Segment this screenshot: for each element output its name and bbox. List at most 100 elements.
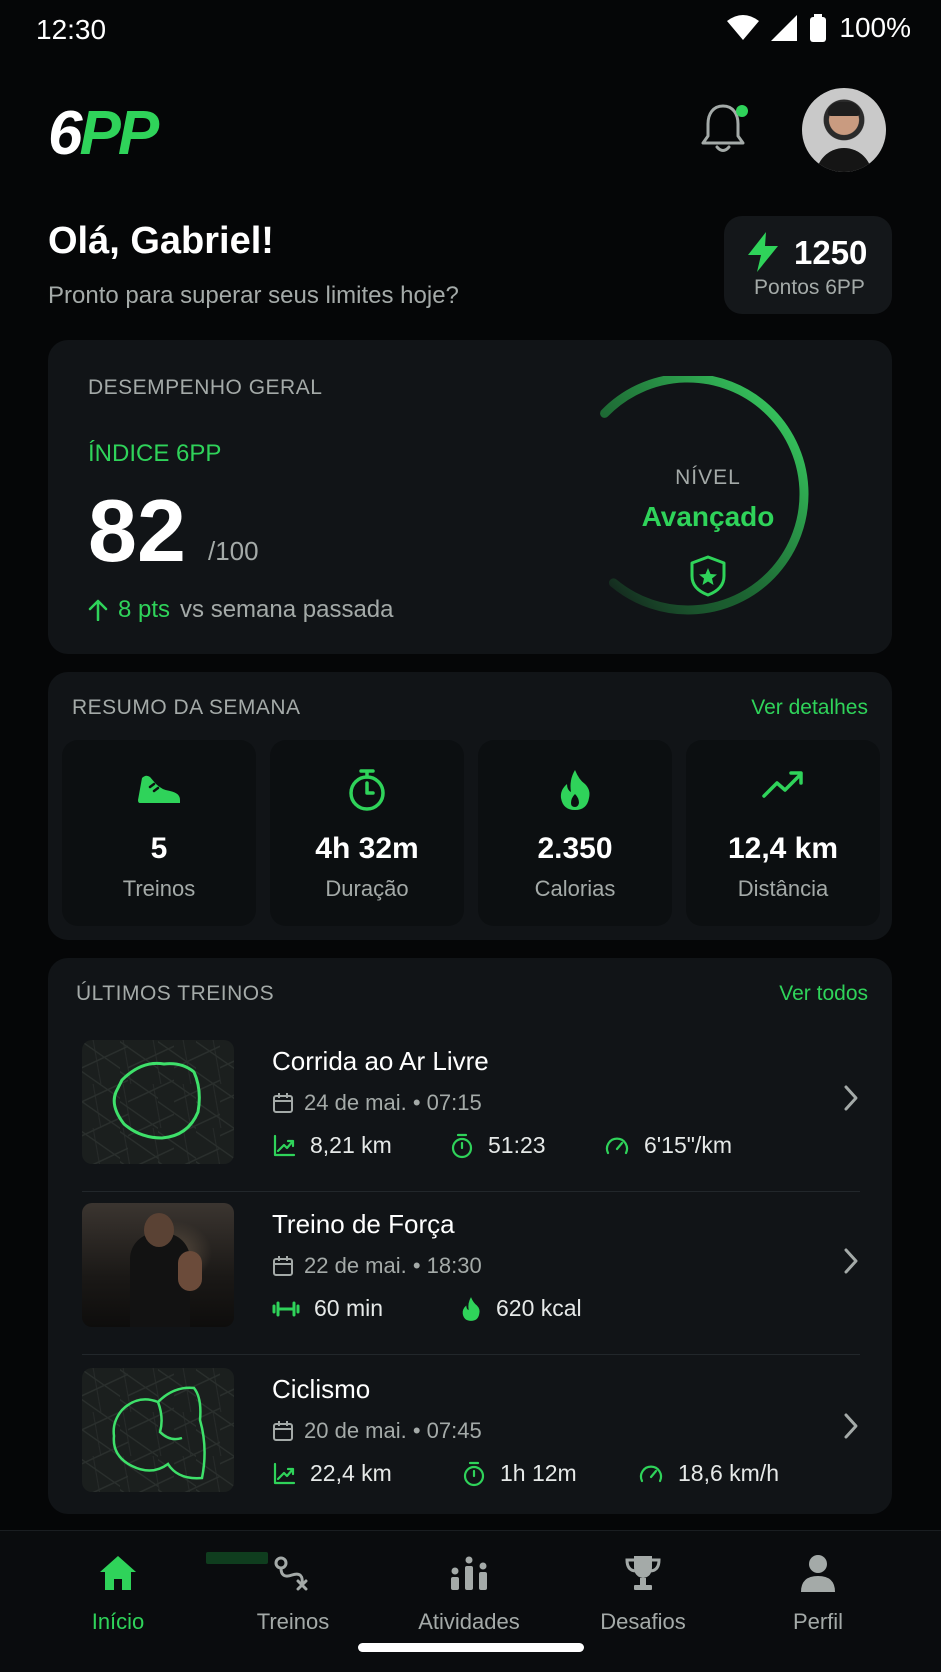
stopwatch-icon <box>349 769 385 811</box>
week-tiles: 5 Treinos 4h 32m Duração 2.350 Calorias … <box>62 740 880 926</box>
trend-value: 8 pts <box>118 596 171 623</box>
recent-all-link[interactable]: Ver todos <box>779 982 868 1006</box>
stat-pace: 6'15"/km <box>644 1132 732 1158</box>
workout-date-text: 20 de mai. • 07:45 <box>304 1418 482 1443</box>
nav-label: Início <box>91 1609 145 1634</box>
nav-label: Atividades <box>418 1609 520 1634</box>
tile-label: Duração <box>325 876 409 901</box>
level-gauge: NÍVEL Avançado <box>568 373 848 626</box>
week-details-link[interactable]: Ver detalhes <box>751 696 868 720</box>
arrow-up-icon <box>88 599 108 621</box>
route-path <box>112 1386 206 1480</box>
notifications-button[interactable] <box>700 102 750 158</box>
stopwatch-icon <box>451 1133 473 1158</box>
bolt-icon <box>748 232 778 272</box>
index-score: 82 <box>88 481 186 580</box>
tile-treinos[interactable]: 5 Treinos <box>62 740 256 926</box>
calendar-icon <box>273 1421 293 1441</box>
nav-item-inicio[interactable]: Início <box>38 1551 198 1635</box>
workout-row-ciclismo[interactable]: Ciclismo 20 de mai. • 07:45 22,4 km 1h 1… <box>82 1368 860 1508</box>
workout-date: 20 de mai. • 07:45 <box>272 1418 482 1444</box>
trend-line: 8 pts vs semana passada <box>88 596 394 624</box>
workout-date: 24 de mai. • 07:15 <box>272 1090 482 1116</box>
nav-item-atividades[interactable]: Atividades <box>389 1551 549 1635</box>
greeting-title: Olá, Gabriel! <box>48 220 274 262</box>
nav-item-perfil[interactable]: Perfil <box>738 1551 898 1635</box>
notification-dot <box>736 105 748 117</box>
flame-icon <box>462 1296 480 1321</box>
workout-row-forca[interactable]: Treino de Força 22 de mai. • 18:30 60 mi… <box>82 1203 860 1355</box>
index-label: ÍNDICE 6PP <box>88 440 222 467</box>
tile-value: 2.350 <box>537 832 613 865</box>
app-logo[interactable]: 6PP <box>48 98 159 169</box>
dumbbell-icon <box>272 1301 300 1316</box>
trend-up-icon <box>762 771 803 798</box>
avatar-hair <box>828 102 860 116</box>
calendar-icon <box>273 1256 293 1276</box>
status-icons: 100% <box>727 12 911 44</box>
workout-date-text: 24 de mai. • 07:15 <box>304 1090 482 1115</box>
battery-icon <box>810 14 827 42</box>
week-summary-card: RESUMO DA SEMANA Ver detalhes 5 Treinos … <box>48 672 892 940</box>
route-icon <box>274 1556 308 1591</box>
route-path <box>112 1061 201 1140</box>
performance-card[interactable]: DESEMPENHO GERAL ÍNDICE 6PP 82 /100 8 pt… <box>48 340 892 654</box>
stat-calories: 620 kcal <box>496 1295 582 1321</box>
gym-figure-head <box>144 1213 174 1247</box>
workout-stats: 60 min 620 kcal <box>272 1295 582 1322</box>
level-value: Avançado <box>641 501 775 532</box>
home-indicator[interactable] <box>358 1643 584 1652</box>
recent-caption: ÚLTIMOS TREINOS <box>76 982 275 1005</box>
index-max: /100 <box>208 536 259 566</box>
nav-label: Treinos <box>256 1609 330 1634</box>
workout-title: Ciclismo <box>272 1374 371 1404</box>
tile-distancia[interactable]: 12,4 km Distância <box>686 740 880 926</box>
status-bar: 12:30 100% <box>0 0 941 60</box>
stat-duration: 60 min <box>314 1295 384 1321</box>
tile-value: 12,4 km <box>727 832 839 865</box>
trend-text: vs semana passada <box>180 596 394 623</box>
avatar[interactable] <box>802 88 886 172</box>
tile-duracao[interactable]: 4h 32m Duração <box>270 740 464 926</box>
week-caption: RESUMO DA SEMANA <box>72 696 301 719</box>
shield-star-icon <box>690 555 726 597</box>
workout-stats: 8,21 km 51:23 6'15"/km <box>272 1132 732 1159</box>
distance-chart-icon <box>273 1462 296 1484</box>
nav-item-desafios[interactable]: Desafios <box>563 1551 723 1635</box>
avatar-shirt <box>816 148 872 172</box>
wifi-icon <box>727 15 760 40</box>
stat-time: 51:23 <box>488 1132 546 1158</box>
workout-date-text: 22 de mai. • 18:30 <box>304 1253 482 1278</box>
speedometer-icon <box>639 1465 663 1482</box>
tile-label: Distância <box>737 876 829 901</box>
status-time: 12:30 <box>36 14 107 45</box>
distance-chart-icon <box>273 1134 296 1156</box>
points-badge[interactable]: 1250 Pontos 6PP <box>724 216 892 314</box>
tile-label: Treinos <box>122 876 196 901</box>
tile-value: 4h 32m <box>315 832 419 865</box>
stat-time: 1h 12m <box>500 1460 577 1486</box>
activity-bars-icon <box>451 1556 487 1590</box>
speedometer-icon <box>605 1137 629 1154</box>
recent-workouts-card: ÚLTIMOS TREINOS Ver todos Corrida ao Ar … <box>48 958 892 1514</box>
nav-item-treinos[interactable]: Treinos <box>213 1551 373 1635</box>
workout-row-corrida[interactable]: Corrida ao Ar Livre 24 de mai. • 07:15 8… <box>82 1040 860 1192</box>
tile-calorias[interactable]: 2.350 Calorias <box>478 740 672 926</box>
stat-distance: 22,4 km <box>310 1460 392 1486</box>
nav-label: Desafios <box>600 1609 686 1634</box>
person-icon <box>801 1555 835 1592</box>
workout-title: Corrida ao Ar Livre <box>272 1046 489 1076</box>
logo-six: 6 <box>48 99 83 168</box>
performance-caption: DESEMPENHO GERAL <box>88 376 323 399</box>
gym-photo-thumbnail <box>82 1203 234 1327</box>
logo-pp: PP <box>79 99 159 168</box>
stat-speed: 18,6 km/h <box>678 1460 779 1486</box>
workout-title: Treino de Força <box>272 1209 455 1239</box>
workout-stats: 22,4 km 1h 12m 18,6 km/h <box>272 1460 779 1487</box>
stat-distance: 8,21 km <box>310 1132 392 1158</box>
sneaker-icon <box>138 775 180 803</box>
route-map-thumbnail <box>82 1368 234 1492</box>
battery-percent: 100% <box>839 12 911 43</box>
calendar-icon <box>273 1093 293 1113</box>
chevron-right-icon <box>844 1248 858 1274</box>
